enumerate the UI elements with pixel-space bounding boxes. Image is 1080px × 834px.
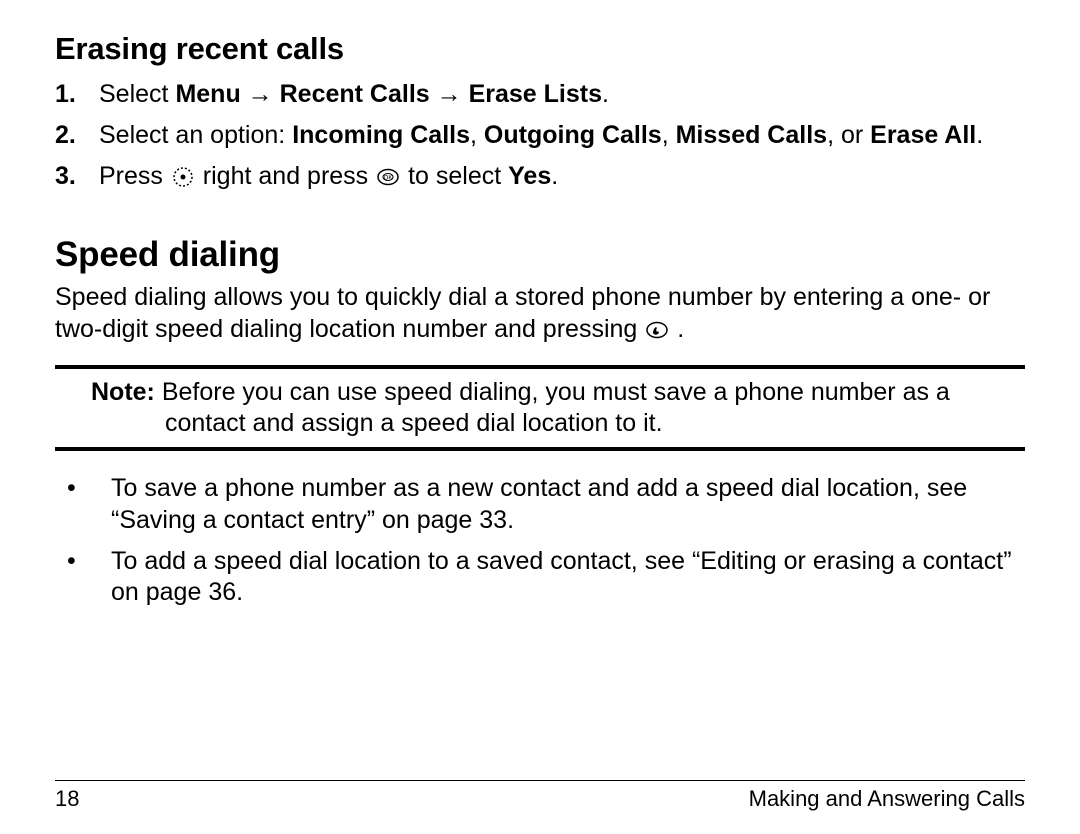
ok-key-icon: OK bbox=[377, 165, 399, 196]
section-title: Making and Answering Calls bbox=[749, 785, 1025, 813]
step-2: 2. Select an option: Incoming Calls, Out… bbox=[55, 120, 1025, 151]
note-label: Note: bbox=[91, 378, 162, 406]
note-body: Note: Before you can use speed dialing, … bbox=[55, 377, 1025, 440]
step-text: Press right and press OK to select Yes. bbox=[99, 162, 558, 190]
yes-label: Yes bbox=[508, 162, 551, 190]
svg-text:OK: OK bbox=[384, 176, 393, 182]
step-number: 2. bbox=[55, 120, 76, 151]
page-footer: 18 Making and Answering Calls bbox=[55, 780, 1025, 813]
call-key-icon bbox=[646, 318, 668, 349]
step-1: 1. Select Menu → Recent Calls → Erase Li… bbox=[55, 79, 1025, 110]
option-incoming: Incoming Calls bbox=[292, 121, 470, 149]
option-missed: Missed Calls bbox=[676, 121, 827, 149]
menu-path-menu: Menu bbox=[175, 80, 240, 108]
menu-path-erase-lists: Erase Lists bbox=[469, 80, 602, 108]
step-number: 3. bbox=[55, 161, 76, 192]
menu-path-recent-calls: Recent Calls bbox=[280, 80, 430, 108]
page-number: 18 bbox=[55, 785, 79, 813]
option-erase-all: Erase All bbox=[870, 121, 976, 149]
step-3: 3. Press right and press OK to select Ye… bbox=[55, 161, 1025, 196]
steps-list: 1. Select Menu → Recent Calls → Erase Li… bbox=[55, 79, 1025, 197]
bullet-item: To save a phone number as a new contact … bbox=[55, 473, 1025, 536]
step-text: Select an option: Incoming Calls, Outgoi… bbox=[99, 121, 983, 149]
heading-erasing-recent-calls: Erasing recent calls bbox=[55, 30, 1025, 69]
note-text: Before you can use speed dialing, you mu… bbox=[162, 378, 950, 437]
step-number: 1. bbox=[55, 79, 76, 110]
option-outgoing: Outgoing Calls bbox=[484, 121, 662, 149]
heading-speed-dialing: Speed dialing bbox=[55, 233, 1025, 277]
bullet-item: To add a speed dial location to a saved … bbox=[55, 546, 1025, 609]
note-block: Note: Before you can use speed dialing, … bbox=[55, 365, 1025, 452]
bullet-list: To save a phone number as a new contact … bbox=[55, 473, 1025, 608]
manual-page: Erasing recent calls 1. Select Menu → Re… bbox=[0, 0, 1080, 834]
nav-key-icon bbox=[172, 165, 194, 196]
speed-dialing-intro: Speed dialing allows you to quickly dial… bbox=[55, 282, 1025, 349]
step-text: Select Menu → Recent Calls → Erase Lists… bbox=[99, 80, 609, 108]
